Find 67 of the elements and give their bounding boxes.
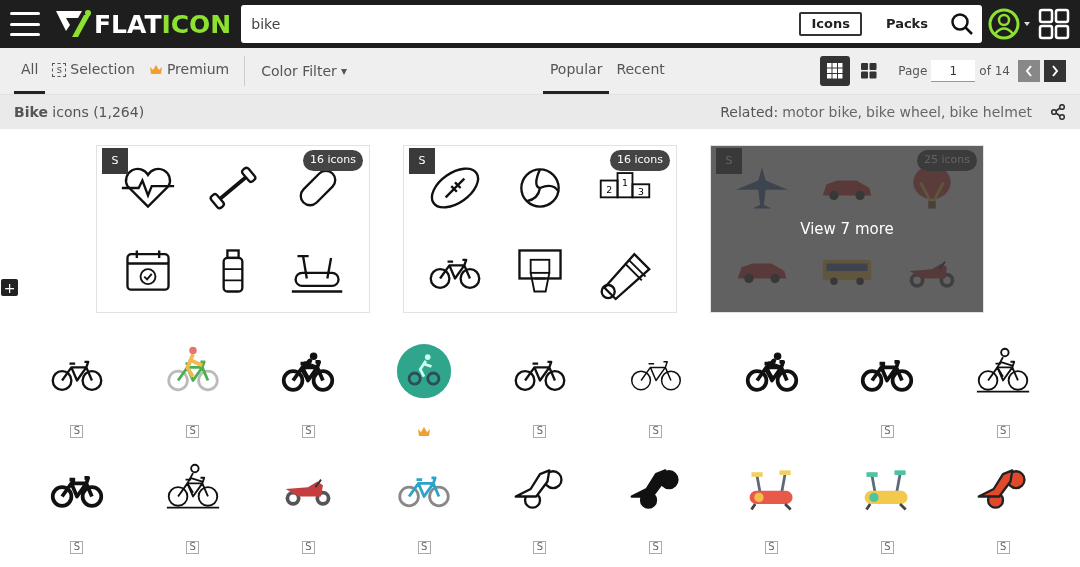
icon-tile[interactable]: S (482, 459, 598, 567)
icon-tile[interactable]: S (19, 343, 135, 451)
related-label: Related: (720, 102, 779, 122)
search-type-tab[interactable]: Icons (799, 12, 862, 36)
icon-pack-card[interactable]: 2 1 3 S 16 icons (403, 145, 677, 313)
icon-tile[interactable]: S (945, 343, 1061, 451)
selection-icon: S (301, 424, 315, 438)
search-field[interactable]: bike (241, 5, 794, 43)
crown-icon (148, 64, 163, 75)
selection-icon: S (996, 540, 1010, 554)
selection-icon: S (102, 148, 128, 174)
view-more-link[interactable]: View 7 more (800, 217, 894, 241)
add-button[interactable]: + (1, 279, 18, 296)
selection-icon: S (996, 424, 1010, 438)
selection-icon: S (417, 540, 431, 554)
icon-tile[interactable]: S (597, 459, 714, 567)
menu-icon[interactable] (10, 12, 40, 36)
crown-icon (417, 425, 432, 437)
icon-tile[interactable]: S (482, 343, 598, 451)
selection-icon: S (880, 424, 894, 438)
selection-icon: S (409, 148, 435, 174)
selection-icon: S (880, 540, 894, 554)
user-menu-icon[interactable] (988, 7, 1032, 41)
view-mode-icon[interactable] (820, 56, 851, 86)
icon-tile[interactable]: S (134, 459, 251, 567)
apps-grid-icon[interactable] (1038, 8, 1070, 40)
icon-tile[interactable]: S (829, 343, 946, 451)
icon-tile[interactable]: S (829, 459, 946, 567)
icon-tile[interactable]: S (250, 343, 367, 451)
icon-count-badge: 16 icons (609, 150, 670, 171)
filter-tab[interactable]: s Selection (45, 48, 142, 94)
icon-count-badge: 16 icons (302, 150, 363, 171)
selection-icon: S (649, 540, 663, 554)
icon-tile[interactable]: S (945, 459, 1061, 567)
icon-tile[interactable]: S (597, 343, 714, 451)
share-icon[interactable] (1050, 104, 1066, 120)
icon-pack-card[interactable]: S 16 icons (96, 145, 370, 313)
page-total: of 14 (979, 63, 1010, 80)
results-title: Bike icons (1,264) (14, 102, 145, 122)
page-number-field[interactable]: 1 (931, 60, 976, 82)
related-link[interactable]: motor bike, (782, 101, 863, 123)
caret-icon: ▾ (340, 62, 347, 80)
next-page-icon[interactable] (1044, 60, 1066, 82)
icon-tile[interactable]: S (250, 459, 367, 567)
related-link[interactable]: bike wheel, (866, 101, 946, 123)
selection-icon: S (533, 424, 547, 438)
search-icon[interactable] (950, 12, 974, 36)
icon-tile[interactable]: S (19, 459, 135, 567)
icon-tile[interactable]: S (134, 343, 251, 451)
selection-icon: S (765, 540, 779, 554)
selection-icon: S (186, 540, 200, 554)
selection-icon: S (533, 540, 547, 554)
filter-tab[interactable]: Premium (141, 48, 237, 94)
icon-tile[interactable]: S (366, 459, 483, 567)
selection-icon: S (70, 540, 84, 554)
selection-icon: S (301, 540, 315, 554)
related-link[interactable]: bike helmet (949, 101, 1032, 123)
sort-tab[interactable]: Recent (609, 48, 672, 94)
selection-icon: S (186, 424, 200, 438)
icon-tile[interactable]: S (713, 459, 830, 567)
color-filter-dropdown[interactable]: Color Filter ▾ (253, 48, 355, 94)
search-type-tab[interactable]: Packs (873, 12, 940, 36)
selection-icon: S (649, 424, 663, 438)
flaticon-logo[interactable]: FLATICON (54, 9, 232, 39)
selection-icon: S (70, 424, 84, 438)
selection-icon: s (52, 62, 67, 77)
page-label: Page (898, 63, 928, 80)
